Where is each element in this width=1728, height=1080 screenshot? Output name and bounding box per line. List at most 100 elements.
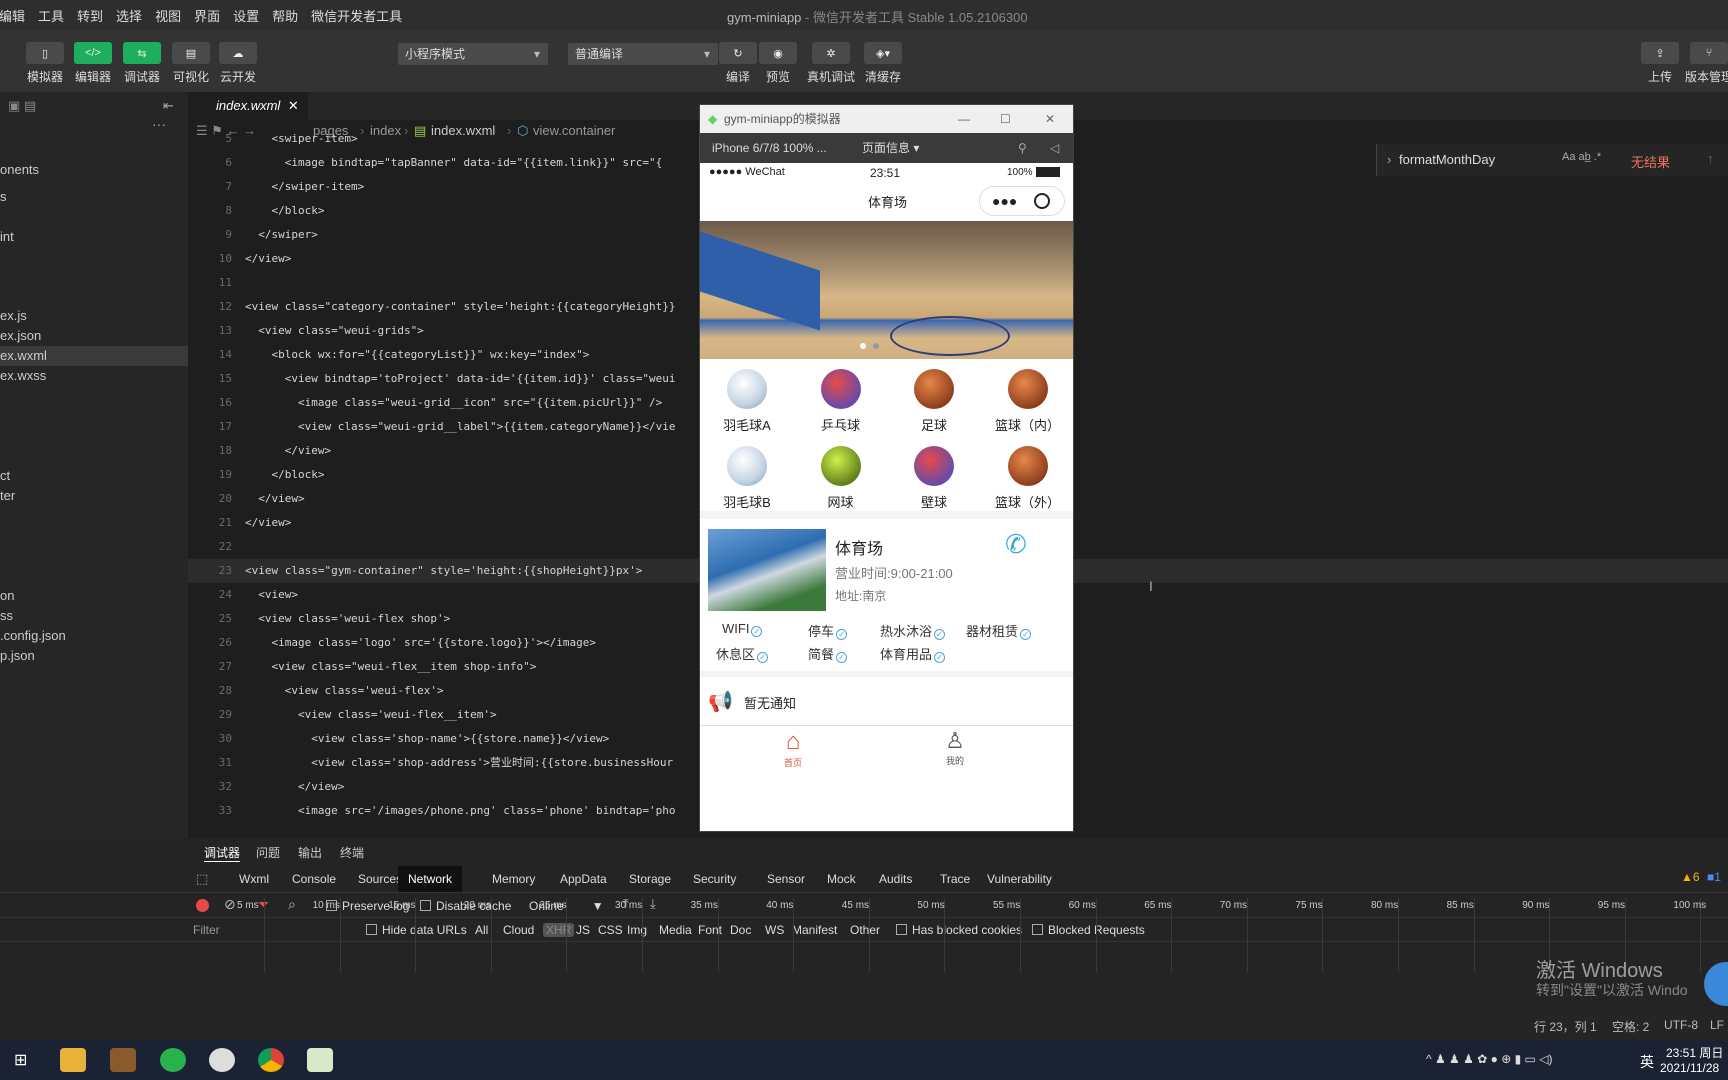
maximize-icon[interactable]: ☐ bbox=[1000, 105, 1011, 133]
banner-swiper[interactable] bbox=[700, 221, 1073, 359]
menu-item-7[interactable]: 帮助 bbox=[272, 6, 298, 25]
capsule-menu[interactable]: ●●● bbox=[979, 186, 1065, 216]
clear-icon[interactable]: ⊘ bbox=[224, 896, 236, 913]
taskbar-date[interactable]: 2021/11/28 bbox=[1660, 1061, 1719, 1075]
devtools-top-tab[interactable]: 问题 bbox=[256, 844, 280, 861]
tab-home[interactable]: ⌂ 首页 bbox=[770, 728, 816, 769]
menu-item-3[interactable]: 选择 bbox=[116, 6, 142, 25]
close-icon[interactable]: ✕ bbox=[288, 98, 299, 113]
mode-select[interactable]: 小程序模式 bbox=[398, 43, 548, 65]
sidebar-tools[interactable]: ▣ ▤ bbox=[8, 98, 36, 114]
wechat-icon[interactable] bbox=[209, 1048, 235, 1072]
type-filter[interactable]: JS bbox=[576, 923, 590, 937]
category-item[interactable]: 网球 bbox=[794, 446, 888, 511]
sidebar-file[interactable]: ss bbox=[0, 606, 13, 626]
collapse-icon[interactable]: ⇤ bbox=[163, 98, 174, 114]
search-icon[interactable]: ⌕ bbox=[288, 896, 296, 913]
warning-count[interactable]: ▲6 bbox=[1681, 870, 1700, 884]
category-item[interactable]: 乒乓球 bbox=[794, 369, 888, 434]
tray-icons[interactable]: ^ ♟ ♟ ♟ ✿ ● ⊕ ▮ ▭ ◁) bbox=[1426, 1052, 1552, 1066]
sidebar-file[interactable]: .config.json bbox=[0, 626, 66, 646]
devtools-tab-sensor[interactable]: Sensor bbox=[767, 866, 805, 892]
sidebar-file[interactable]: ex.wxss bbox=[0, 366, 46, 386]
sidebar-file[interactable]: ex.wxml bbox=[0, 346, 188, 366]
blocked-cookies-checkbox[interactable]: Has blocked cookies bbox=[896, 923, 1022, 937]
cloud-button[interactable]: ☁ 云开发 bbox=[213, 42, 263, 85]
simulator-button[interactable]: ▯ 模拟器 bbox=[20, 42, 70, 85]
compile-mode-select[interactable]: 普通编译 bbox=[568, 43, 718, 65]
inspect-icon[interactable]: ⬚ bbox=[196, 866, 208, 892]
chevron-right-icon[interactable]: › bbox=[1387, 152, 1391, 167]
menu-item-1[interactable]: 工具 bbox=[38, 6, 64, 25]
arrow-up-icon[interactable]: ↑ bbox=[1707, 151, 1714, 166]
devtools-tab-mock[interactable]: Mock bbox=[827, 866, 856, 892]
tab-index-wxml[interactable]: index.wxml ✕ bbox=[188, 92, 308, 120]
taskbar-time[interactable]: 23:51 周日 bbox=[1666, 1044, 1723, 1061]
minimize-icon[interactable]: — bbox=[958, 105, 970, 133]
type-filter[interactable]: Img bbox=[627, 923, 647, 937]
type-filter[interactable]: Manifest bbox=[792, 923, 837, 937]
devtools-tab-appdata[interactable]: AppData bbox=[560, 866, 607, 892]
info-count[interactable]: ■1 bbox=[1707, 870, 1721, 884]
category-item[interactable]: 篮球（外） bbox=[981, 446, 1074, 511]
export-icon[interactable]: ⤓ bbox=[650, 896, 656, 912]
type-filter[interactable]: Cloud bbox=[503, 923, 534, 937]
devtools-top-tab[interactable]: 终端 bbox=[340, 844, 364, 861]
type-filter[interactable]: CSS bbox=[598, 923, 623, 937]
editor-button[interactable]: </> 编辑器 bbox=[68, 42, 118, 85]
sidebar-file[interactable]: on bbox=[0, 586, 14, 606]
preview-button[interactable]: ◉ 预览 bbox=[753, 42, 803, 85]
menu-item-2[interactable]: 转到 bbox=[77, 6, 103, 25]
more-icon[interactable]: ●●● bbox=[992, 193, 1017, 209]
menu-item-8[interactable]: 微信开发者工具 bbox=[311, 6, 402, 25]
phone-call-icon[interactable]: ✆ bbox=[1005, 529, 1027, 560]
sidebar-file[interactable]: s bbox=[0, 187, 7, 207]
devtools-tab-audits[interactable]: Audits bbox=[879, 866, 912, 892]
task-view-icon[interactable]: ⊞ bbox=[14, 1050, 27, 1070]
file-explorer-icon[interactable] bbox=[60, 1048, 86, 1072]
tab-mine[interactable]: ♙ 我的 bbox=[932, 728, 978, 767]
category-item[interactable]: 羽毛球B bbox=[700, 446, 794, 511]
sidebar-file[interactable]: ct bbox=[0, 466, 10, 486]
line-ending[interactable]: LF bbox=[1710, 1018, 1724, 1032]
sidebar-file[interactable]: ex.js bbox=[0, 306, 27, 326]
ime-indicator[interactable]: 英 bbox=[1640, 1052, 1654, 1072]
devtools-tab-storage[interactable]: Storage bbox=[629, 866, 671, 892]
device-select[interactable]: iPhone 6/7/8 100% ... bbox=[712, 133, 827, 163]
type-filter[interactable]: WS bbox=[765, 923, 784, 937]
menu-item-6[interactable]: 设置 bbox=[233, 6, 259, 25]
close-icon[interactable]: ✕ bbox=[1045, 105, 1055, 133]
sidebar-file[interactable]: int bbox=[0, 227, 14, 247]
indent-setting[interactable]: 空格: 2 bbox=[1612, 1018, 1649, 1035]
devtools-tab-memory[interactable]: Memory bbox=[492, 866, 535, 892]
clear-cache-button[interactable]: ◈▾ 清缓存 bbox=[858, 42, 908, 85]
devtools-tab-console[interactable]: Console bbox=[292, 866, 336, 892]
swiper-dot-active[interactable] bbox=[860, 343, 866, 349]
filter-input[interactable]: Filter bbox=[193, 923, 220, 937]
sidebar-file[interactable]: ter bbox=[0, 486, 15, 506]
sidebar-file[interactable]: ex.json bbox=[0, 326, 41, 346]
debugger-button[interactable]: ⇆ 调试器 bbox=[117, 42, 167, 85]
more-icon[interactable]: ··· bbox=[152, 116, 166, 132]
sound-icon[interactable]: ◁ bbox=[1050, 133, 1059, 163]
upload-button[interactable]: ⇪ 上传 bbox=[1635, 42, 1685, 85]
devtools-tab-vulnerability[interactable]: Vulnerability bbox=[987, 866, 1052, 892]
cursor-position[interactable]: 行 23，列 1 bbox=[1534, 1018, 1597, 1035]
devtools-tab-network[interactable]: Network bbox=[398, 866, 463, 892]
type-filter[interactable]: All bbox=[475, 923, 488, 937]
encoding[interactable]: UTF-8 bbox=[1664, 1018, 1698, 1032]
version-button[interactable]: ⑂ 版本管理 bbox=[1684, 42, 1728, 85]
devtools-tab-security[interactable]: Security bbox=[693, 866, 736, 892]
devtools-tab-wxml[interactable]: Wxml bbox=[239, 866, 269, 892]
devtools-tab-sources[interactable]: Sources bbox=[358, 866, 402, 892]
pin-icon[interactable]: ⚲ bbox=[1018, 133, 1027, 163]
category-item[interactable]: 篮球（内） bbox=[981, 369, 1074, 434]
remote-debug-button[interactable]: ✲ 真机调试 bbox=[806, 42, 856, 85]
record-icon[interactable] bbox=[196, 899, 209, 912]
type-filter[interactable]: Media bbox=[659, 923, 692, 937]
sidebar-file[interactable]: onents bbox=[0, 160, 39, 180]
swiper-dot[interactable] bbox=[873, 343, 879, 349]
app-icon[interactable] bbox=[110, 1048, 136, 1072]
menu-item-0[interactable]: 编辑 bbox=[0, 6, 25, 25]
editor-app-icon[interactable] bbox=[307, 1048, 333, 1072]
